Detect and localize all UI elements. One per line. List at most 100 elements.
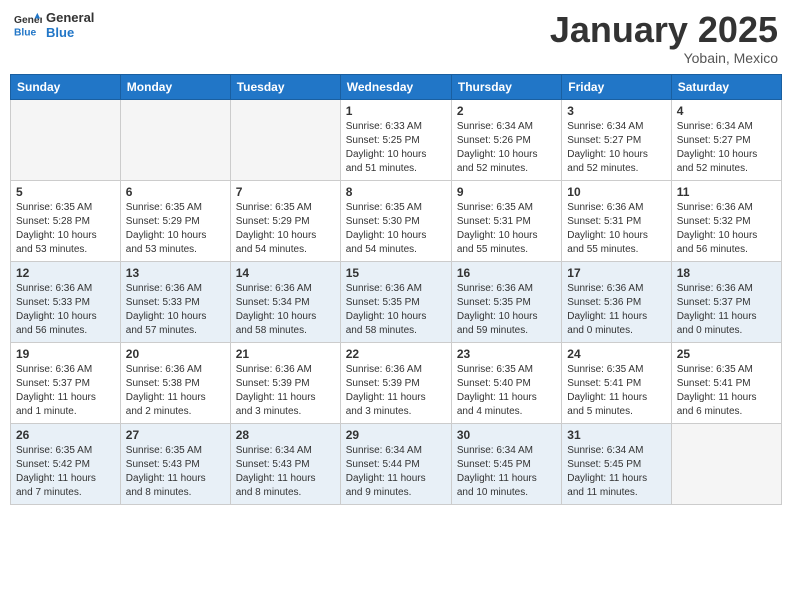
day-number: 28: [236, 428, 335, 442]
day-content: Sunrise: 6:35 AM Sunset: 5:29 PM Dayligh…: [236, 201, 335, 257]
day-number: 7: [236, 185, 335, 199]
day-number: 24: [567, 347, 665, 361]
day-content: Sunrise: 6:36 AM Sunset: 5:35 PM Dayligh…: [457, 282, 556, 338]
calendar-cell: [230, 99, 340, 180]
calendar-cell: 31 Sunrise: 6:34 AM Sunset: 5:45 PM Dayli…: [562, 423, 671, 504]
weekday-header-wednesday: Wednesday: [340, 74, 451, 99]
day-content: Sunrise: 6:34 AM Sunset: 5:27 PM Dayligh…: [567, 120, 665, 176]
calendar-cell: 13 Sunrise: 6:36 AM Sunset: 5:33 PM Dayli…: [120, 261, 230, 342]
day-number: 14: [236, 266, 335, 280]
weekday-header-row: SundayMondayTuesdayWednesdayThursdayFrid…: [11, 74, 782, 99]
calendar-cell: 9 Sunrise: 6:35 AM Sunset: 5:31 PM Daylig…: [451, 180, 561, 261]
calendar-week-3: 12 Sunrise: 6:36 AM Sunset: 5:33 PM Dayli…: [11, 261, 782, 342]
logo-line2: Blue: [46, 25, 94, 40]
day-content: Sunrise: 6:36 AM Sunset: 5:34 PM Dayligh…: [236, 282, 335, 338]
day-number: 31: [567, 428, 665, 442]
day-number: 21: [236, 347, 335, 361]
logo-icon: General Blue: [14, 11, 42, 39]
calendar-cell: 12 Sunrise: 6:36 AM Sunset: 5:33 PM Dayli…: [11, 261, 121, 342]
day-number: 29: [346, 428, 446, 442]
calendar-cell: 7 Sunrise: 6:35 AM Sunset: 5:29 PM Daylig…: [230, 180, 340, 261]
day-content: Sunrise: 6:34 AM Sunset: 5:45 PM Dayligh…: [457, 444, 556, 500]
calendar-week-1: 1Sunrise: 6:33 AM Sunset: 5:25 PM Daylig…: [11, 99, 782, 180]
day-content: Sunrise: 6:36 AM Sunset: 5:32 PM Dayligh…: [677, 201, 776, 257]
calendar-cell: 20 Sunrise: 6:36 AM Sunset: 5:38 PM Dayli…: [120, 342, 230, 423]
calendar-week-5: 26 Sunrise: 6:35 AM Sunset: 5:42 PM Dayli…: [11, 423, 782, 504]
calendar-cell: 3 Sunrise: 6:34 AM Sunset: 5:27 PM Daylig…: [562, 99, 671, 180]
calendar-cell: 6 Sunrise: 6:35 AM Sunset: 5:29 PM Daylig…: [120, 180, 230, 261]
day-content: Sunrise: 6:34 AM Sunset: 5:43 PM Dayligh…: [236, 444, 335, 500]
calendar-cell: 8Sunrise: 6:35 AM Sunset: 5:30 PM Daylig…: [340, 180, 451, 261]
day-content: Sunrise: 6:36 AM Sunset: 5:37 PM Dayligh…: [16, 363, 115, 419]
day-number: 6: [126, 185, 225, 199]
calendar-cell: 14 Sunrise: 6:36 AM Sunset: 5:34 PM Dayli…: [230, 261, 340, 342]
calendar-cell: 1Sunrise: 6:33 AM Sunset: 5:25 PM Daylig…: [340, 99, 451, 180]
day-number: 19: [16, 347, 115, 361]
calendar-cell: 16 Sunrise: 6:36 AM Sunset: 5:35 PM Dayli…: [451, 261, 561, 342]
day-content: Sunrise: 6:35 AM Sunset: 5:31 PM Dayligh…: [457, 201, 556, 257]
day-content: Sunrise: 6:36 AM Sunset: 5:39 PM Dayligh…: [346, 363, 446, 419]
month-title: January 2025: [550, 10, 778, 50]
day-number: 30: [457, 428, 556, 442]
day-content: Sunrise: 6:35 AM Sunset: 5:43 PM Dayligh…: [126, 444, 225, 500]
day-content: Sunrise: 6:34 AM Sunset: 5:26 PM Dayligh…: [457, 120, 556, 176]
day-content: Sunrise: 6:36 AM Sunset: 5:33 PM Dayligh…: [126, 282, 225, 338]
day-number: 15: [346, 266, 446, 280]
calendar-cell: 23 Sunrise: 6:35 AM Sunset: 5:40 PM Dayli…: [451, 342, 561, 423]
day-number: 8: [346, 185, 446, 199]
day-number: 18: [677, 266, 776, 280]
day-number: 1: [346, 104, 446, 118]
calendar-cell: 22 Sunrise: 6:36 AM Sunset: 5:39 PM Dayli…: [340, 342, 451, 423]
day-content: Sunrise: 6:35 AM Sunset: 5:41 PM Dayligh…: [677, 363, 776, 419]
day-content: Sunrise: 6:34 AM Sunset: 5:27 PM Dayligh…: [677, 120, 776, 176]
calendar-cell: 10Sunrise: 6:36 AM Sunset: 5:31 PM Dayli…: [562, 180, 671, 261]
day-number: 16: [457, 266, 556, 280]
weekday-header-friday: Friday: [562, 74, 671, 99]
day-content: Sunrise: 6:34 AM Sunset: 5:45 PM Dayligh…: [567, 444, 665, 500]
calendar-cell: 5Sunrise: 6:35 AM Sunset: 5:28 PM Daylig…: [11, 180, 121, 261]
calendar-cell: 21Sunrise: 6:36 AM Sunset: 5:39 PM Dayli…: [230, 342, 340, 423]
day-number: 22: [346, 347, 446, 361]
day-content: Sunrise: 6:35 AM Sunset: 5:40 PM Dayligh…: [457, 363, 556, 419]
day-number: 4: [677, 104, 776, 118]
page-header: General Blue General Blue January 2025 Y…: [10, 10, 782, 66]
day-number: 12: [16, 266, 115, 280]
day-content: Sunrise: 6:36 AM Sunset: 5:37 PM Dayligh…: [677, 282, 776, 338]
day-number: 10: [567, 185, 665, 199]
day-content: Sunrise: 6:35 AM Sunset: 5:42 PM Dayligh…: [16, 444, 115, 500]
calendar-cell: 17Sunrise: 6:36 AM Sunset: 5:36 PM Dayli…: [562, 261, 671, 342]
calendar-week-4: 19 Sunrise: 6:36 AM Sunset: 5:37 PM Dayli…: [11, 342, 782, 423]
calendar-cell: 27 Sunrise: 6:35 AM Sunset: 5:43 PM Dayli…: [120, 423, 230, 504]
logo: General Blue General Blue: [14, 10, 94, 40]
day-number: 20: [126, 347, 225, 361]
logo-line1: General: [46, 10, 94, 25]
calendar-cell: 2Sunrise: 6:34 AM Sunset: 5:26 PM Daylig…: [451, 99, 561, 180]
day-content: Sunrise: 6:36 AM Sunset: 5:38 PM Dayligh…: [126, 363, 225, 419]
title-block: January 2025 Yobain, Mexico: [550, 10, 778, 66]
day-content: Sunrise: 6:35 AM Sunset: 5:29 PM Dayligh…: [126, 201, 225, 257]
day-number: 26: [16, 428, 115, 442]
calendar-week-2: 5Sunrise: 6:35 AM Sunset: 5:28 PM Daylig…: [11, 180, 782, 261]
day-number: 27: [126, 428, 225, 442]
calendar-cell: 24 Sunrise: 6:35 AM Sunset: 5:41 PM Dayli…: [562, 342, 671, 423]
calendar-cell: [671, 423, 781, 504]
day-content: Sunrise: 6:36 AM Sunset: 5:35 PM Dayligh…: [346, 282, 446, 338]
day-content: Sunrise: 6:35 AM Sunset: 5:41 PM Dayligh…: [567, 363, 665, 419]
day-number: 11: [677, 185, 776, 199]
weekday-header-tuesday: Tuesday: [230, 74, 340, 99]
day-number: 23: [457, 347, 556, 361]
svg-text:Blue: Blue: [14, 27, 37, 38]
day-number: 9: [457, 185, 556, 199]
day-content: Sunrise: 6:36 AM Sunset: 5:36 PM Dayligh…: [567, 282, 665, 338]
calendar-cell: 29Sunrise: 6:34 AM Sunset: 5:44 PM Dayli…: [340, 423, 451, 504]
calendar-cell: 4 Sunrise: 6:34 AM Sunset: 5:27 PM Daylig…: [671, 99, 781, 180]
day-content: Sunrise: 6:36 AM Sunset: 5:33 PM Dayligh…: [16, 282, 115, 338]
weekday-header-thursday: Thursday: [451, 74, 561, 99]
weekday-header-sunday: Sunday: [11, 74, 121, 99]
calendar-cell: 25Sunrise: 6:35 AM Sunset: 5:41 PM Dayli…: [671, 342, 781, 423]
calendar-table: SundayMondayTuesdayWednesdayThursdayFrid…: [10, 74, 782, 505]
day-number: 3: [567, 104, 665, 118]
day-number: 13: [126, 266, 225, 280]
location: Yobain, Mexico: [550, 50, 778, 66]
calendar-cell: [11, 99, 121, 180]
